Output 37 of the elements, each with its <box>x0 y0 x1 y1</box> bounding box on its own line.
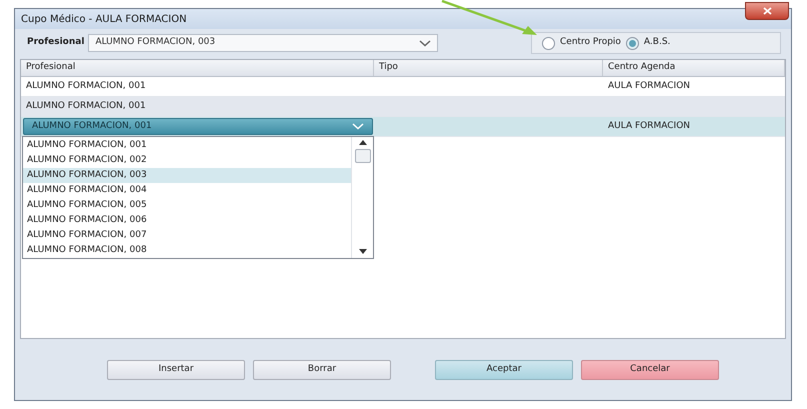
dropdown-item[interactable]: ALUMNO FORMACION, 007 <box>23 228 351 243</box>
scroll-down-icon[interactable] <box>358 249 366 254</box>
radio-button[interactable] <box>542 36 555 50</box>
radio-button[interactable] <box>626 36 639 50</box>
radio-label: Centro Propio <box>560 36 621 50</box>
window-title: Cupo Médico - AULA FORMACION <box>21 12 187 26</box>
close-button[interactable] <box>745 2 789 20</box>
dialog-button[interactable]: Borrar <box>253 360 391 380</box>
scroll-thumb[interactable] <box>354 149 370 163</box>
dropdown-item[interactable]: ALUMNO FORMACION, 001 <box>23 138 351 153</box>
radio-label: A.B.S. <box>644 36 670 50</box>
table-row[interactable]: ALUMNO FORMACION, 001 <box>21 97 785 117</box>
dropdown-item[interactable]: ALUMNO FORMACION, 006 <box>23 213 351 228</box>
dropdown-item[interactable]: ALUMNO FORMACION, 008 <box>23 243 351 258</box>
table-cell-text: ALUMNO FORMACION, 001 <box>26 80 146 93</box>
professional-dropdown[interactable]: ALUMNO FORMACION, 003 <box>88 34 438 52</box>
dropdown-item[interactable]: ALUMNO FORMACION, 005 <box>23 198 351 213</box>
dropdown-item[interactable]: ALUMNO FORMACION, 002 <box>23 153 351 168</box>
column-header[interactable]: Profesional <box>21 60 374 76</box>
chevron-down-icon <box>419 40 432 46</box>
dialog-button[interactable]: Aceptar <box>435 360 573 380</box>
scrollbar[interactable] <box>351 137 373 258</box>
dropdown-item[interactable]: ALUMNO FORMACION, 004 <box>23 183 351 198</box>
dropdown-item[interactable]: ALUMNO FORMACION, 003 <box>23 168 351 183</box>
column-header[interactable]: Tipo <box>374 60 603 76</box>
table-cell-text: ALUMNO FORMACION, 001 <box>26 100 146 113</box>
chevron-down-icon <box>352 123 364 130</box>
table-cell-text: AULA FORMACION <box>608 80 690 93</box>
table-cell-text: AULA FORMACION <box>608 120 690 133</box>
dialog-button[interactable]: Cancelar <box>581 360 719 380</box>
row-editor-dropdown[interactable]: ALUMNO FORMACION, 001 <box>23 118 373 135</box>
table-row[interactable]: ALUMNO FORMACION, 001 AULA FORMACION <box>21 117 785 137</box>
close-icon[interactable] <box>762 7 772 15</box>
filter-label: Profesional <box>27 36 84 50</box>
scroll-up-icon[interactable] <box>358 140 366 145</box>
column-header[interactable]: Centro Agenda <box>603 60 785 76</box>
dialog-button[interactable]: Insertar <box>107 360 245 380</box>
